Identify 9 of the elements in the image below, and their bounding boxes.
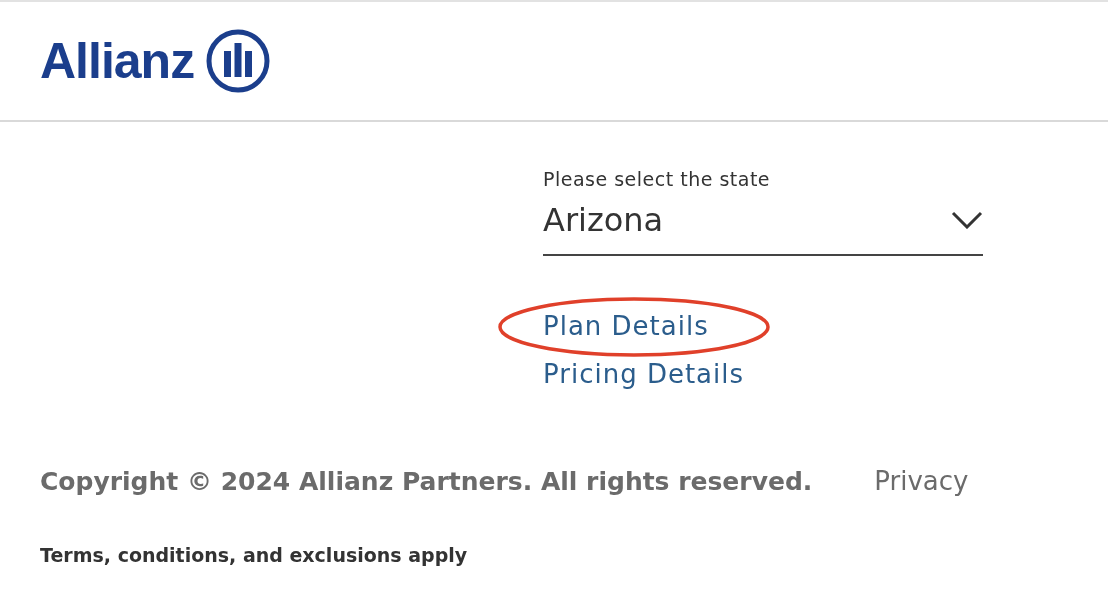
state-dropdown[interactable]: Arizona (543, 191, 983, 256)
privacy-link[interactable]: Privacy (874, 461, 969, 501)
logo-text: Allianz (40, 36, 195, 86)
label: Please select the state (543, 168, 772, 192)
chevron-down-icon (951, 210, 983, 229)
terms-text: Terms, conditions, and exclusions apply (39, 542, 469, 568)
link[interactable]: Pricing Details (543, 358, 745, 389)
logo-icon (206, 29, 271, 93)
copyright-text: Copyright © 2024 Allianz Partners. All rights reserved. (40, 465, 813, 498)
